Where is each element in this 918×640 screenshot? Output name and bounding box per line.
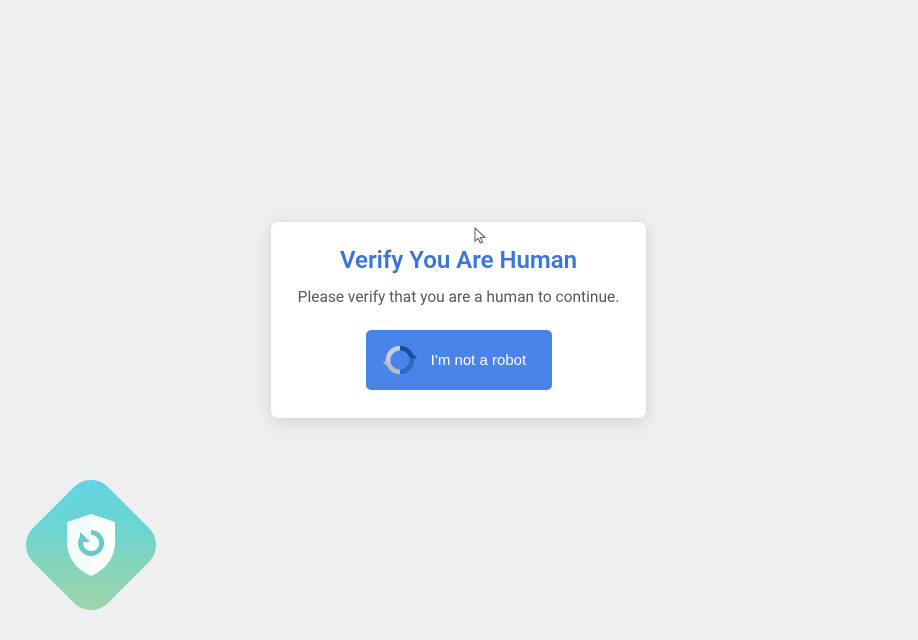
shield-icon	[63, 512, 119, 578]
dialog-title: Verify You Are Human	[291, 246, 626, 274]
app-logo-badge	[16, 470, 166, 620]
verify-not-robot-button[interactable]: I'm not a robot	[366, 330, 552, 390]
dialog-subtitle: Please verify that you are a human to co…	[291, 288, 626, 306]
verify-button-label: I'm not a robot	[431, 352, 526, 369]
recaptcha-icon	[381, 341, 419, 379]
captcha-dialog: Verify You Are Human Please verify that …	[271, 222, 646, 418]
